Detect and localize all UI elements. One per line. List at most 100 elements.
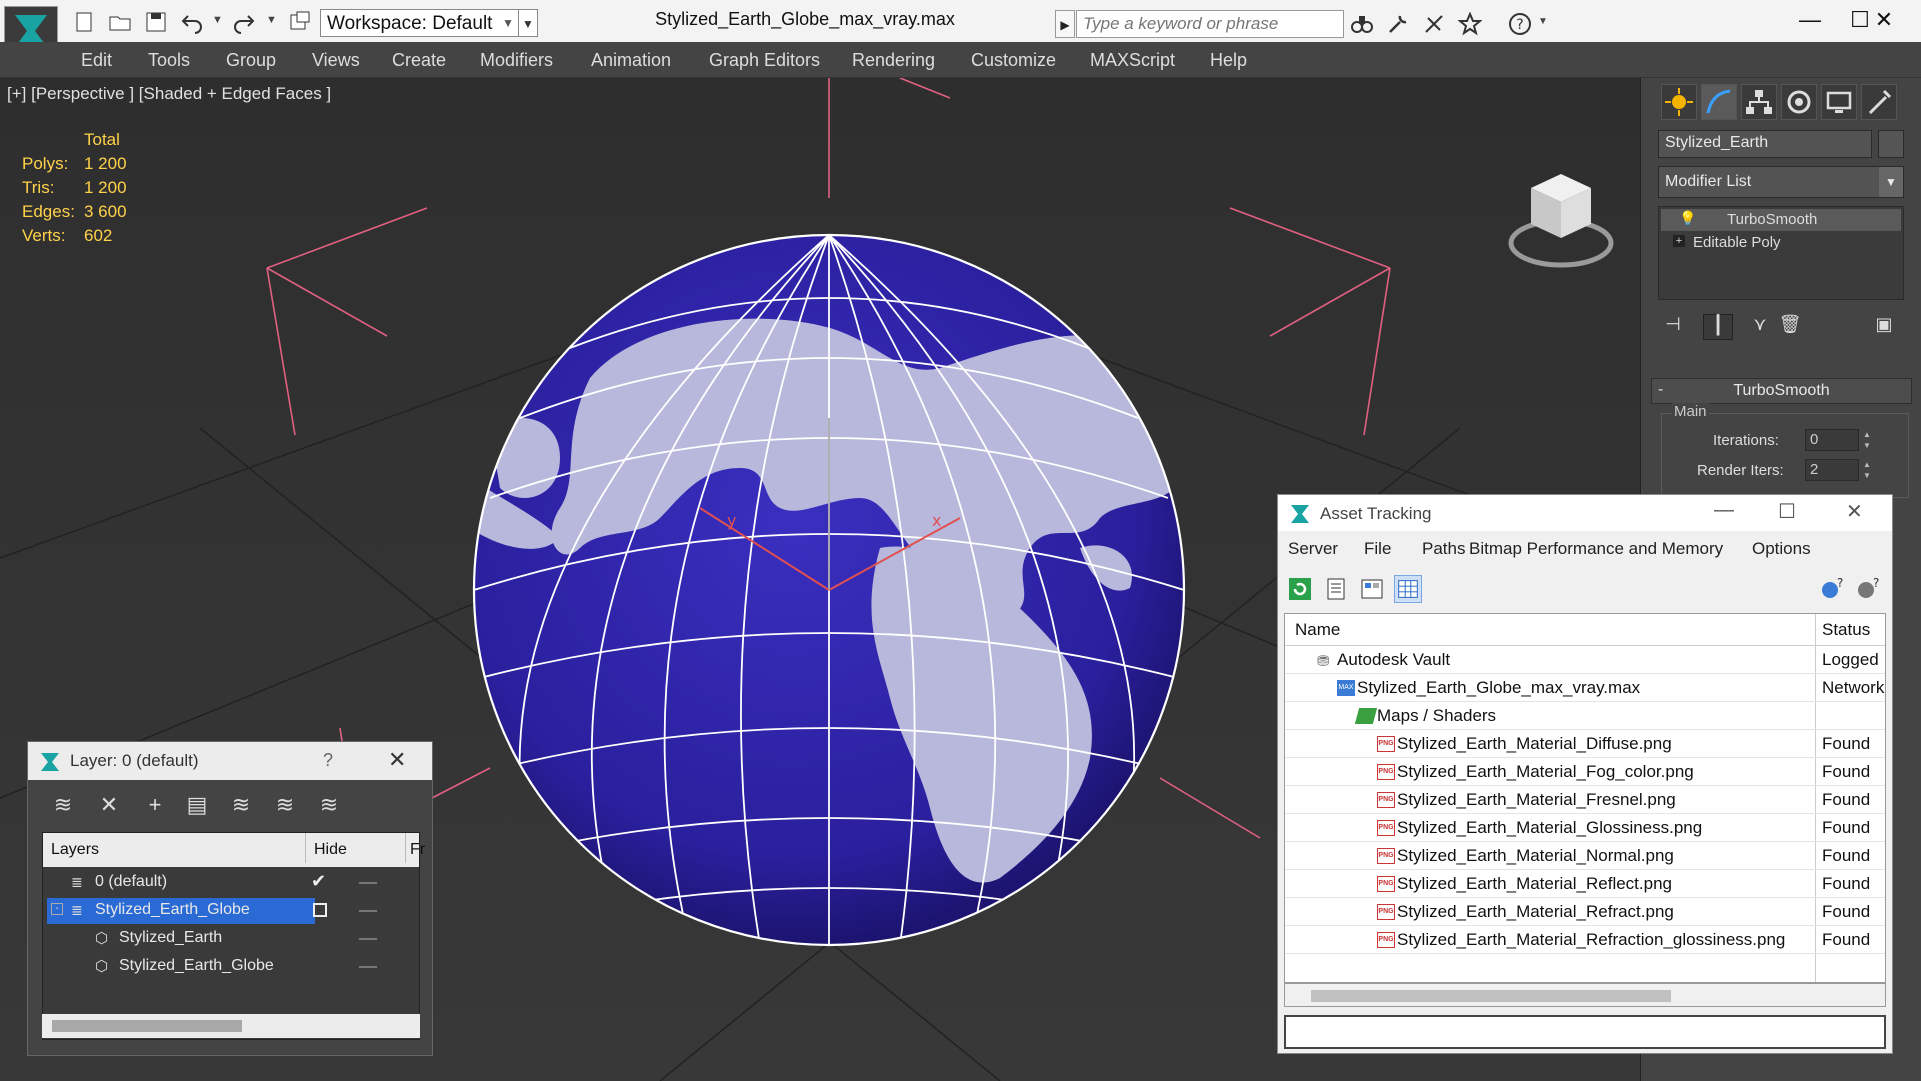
- refresh-icon[interactable]: [1286, 575, 1314, 603]
- col-name[interactable]: Name: [1295, 620, 1340, 640]
- help-dropdown-icon[interactable]: ▼: [1538, 16, 1548, 27]
- collapse-icon[interactable]: -: [51, 903, 63, 915]
- asset-path-field[interactable]: [1284, 1015, 1886, 1049]
- menu-customize[interactable]: Customize: [971, 50, 1056, 71]
- col-layers[interactable]: Layers: [51, 841, 99, 859]
- col-freeze[interactable]: Fr: [405, 833, 425, 863]
- hierarchy-tab-icon[interactable]: [1741, 84, 1777, 120]
- undo-dropdown-icon[interactable]: ▼: [212, 14, 223, 26]
- save-icon[interactable]: [144, 10, 168, 34]
- horizontal-scrollbar[interactable]: [1284, 983, 1886, 1007]
- iterations-field[interactable]: 0: [1805, 429, 1859, 451]
- redo-icon[interactable]: [232, 10, 256, 34]
- open-folder-icon[interactable]: [108, 10, 132, 34]
- menu-views[interactable]: Views: [312, 50, 360, 71]
- asset-row[interactable]: PNG Stylized_Earth_Material_Fog_color.pn…: [1285, 758, 1885, 786]
- layer-dialog-titlebar[interactable]: Layer: 0 (default) ? ✕: [28, 742, 432, 780]
- menu-bitmap-performance[interactable]: Bitmap Performance and Memory: [1469, 539, 1723, 559]
- asset-row[interactable]: PNG Stylized_Earth_Material_Reflect.png …: [1285, 870, 1885, 898]
- freeze-all-layers-icon[interactable]: ≋: [316, 792, 342, 818]
- thumbnail-view-icon[interactable]: [1358, 575, 1386, 603]
- help-icon[interactable]: ?: [1508, 12, 1532, 36]
- asset-row[interactable]: PNG Stylized_Earth_Material_Glossiness.p…: [1285, 814, 1885, 842]
- maximize-button[interactable]: ☐: [1778, 499, 1796, 524]
- active-layer-check-icon[interactable]: ✔: [311, 871, 326, 892]
- col-status[interactable]: Status: [1822, 620, 1870, 640]
- lightbulb-icon[interactable]: 💡: [1679, 210, 1696, 227]
- select-layer-icon[interactable]: ≋: [228, 792, 254, 818]
- redo-dropdown-icon[interactable]: ▼: [266, 14, 277, 26]
- asset-row[interactable]: ⛃ Autodesk Vault Logged: [1285, 646, 1885, 674]
- make-unique-icon[interactable]: ⋎: [1745, 314, 1775, 340]
- project-folder-icon[interactable]: [288, 10, 312, 34]
- stack-item-turbosmooth[interactable]: 💡 TurboSmooth: [1661, 209, 1901, 231]
- asset-row[interactable]: Maps / Shaders: [1285, 702, 1885, 730]
- menu-modifiers[interactable]: Modifiers: [480, 50, 553, 71]
- minimize-button[interactable]: —: [1714, 499, 1734, 522]
- render-iters-spinner[interactable]: ▲ ▼: [1863, 459, 1873, 481]
- delete-layer-icon[interactable]: ✕: [96, 792, 122, 818]
- set-active-layer-icon[interactable]: [313, 903, 327, 917]
- menu-maxscript[interactable]: MAXScript: [1090, 50, 1175, 71]
- menu-tools[interactable]: Tools: [148, 50, 190, 71]
- menu-animation[interactable]: Animation: [591, 50, 671, 71]
- layer-row-stylized-earth-globe[interactable]: - ≣ Stylized_Earth_Globe: [43, 897, 419, 925]
- turbosmooth-rollout-header[interactable]: - TurboSmooth: [1651, 378, 1912, 404]
- vault-help-icon[interactable]: ?: [1818, 575, 1846, 603]
- pin-stack-icon[interactable]: ⊣: [1658, 314, 1688, 340]
- motion-tab-icon[interactable]: [1781, 84, 1817, 120]
- search-input[interactable]: [1076, 10, 1344, 38]
- asset-row[interactable]: PNG Stylized_Earth_Material_Fresnel.png …: [1285, 786, 1885, 814]
- menu-graph-editors[interactable]: Graph Editors: [709, 50, 820, 71]
- utilities-tab-icon[interactable]: [1861, 84, 1897, 120]
- menu-help[interactable]: Help: [1210, 50, 1247, 71]
- tools-icon[interactable]: [1386, 12, 1410, 36]
- menu-rendering[interactable]: Rendering: [852, 50, 935, 71]
- iterations-spinner[interactable]: ▲ ▼: [1863, 429, 1873, 451]
- asset-row[interactable]: PNG Stylized_Earth_Material_Normal.png F…: [1285, 842, 1885, 870]
- new-file-icon[interactable]: [72, 10, 96, 34]
- workspace-selector[interactable]: Workspace: Default ▼: [320, 9, 520, 37]
- menu-options[interactable]: Options: [1752, 539, 1811, 559]
- viewport-label[interactable]: [+] [Perspective ] [Shaded + Edged Faces…: [7, 84, 331, 104]
- asset-dialog-titlebar[interactable]: Asset Tracking — ☐ ✕: [1278, 495, 1892, 531]
- asset-row[interactable]: PNG Stylized_Earth_Material_Diffuse.png …: [1285, 730, 1885, 758]
- display-tab-icon[interactable]: [1821, 84, 1857, 120]
- configure-modifier-sets-icon[interactable]: ▣: [1869, 314, 1899, 340]
- object-name-field[interactable]: Stylized_Earth: [1658, 130, 1872, 158]
- modifier-list-dropdown[interactable]: Modifier List ▼: [1658, 166, 1904, 198]
- hide-toggle[interactable]: [359, 910, 377, 912]
- menu-file[interactable]: File: [1364, 539, 1391, 559]
- binoculars-icon[interactable]: [1350, 12, 1374, 36]
- menu-server[interactable]: Server: [1288, 539, 1338, 559]
- hide-toggle[interactable]: [359, 966, 377, 968]
- undo-icon[interactable]: [180, 10, 204, 34]
- menu-edit[interactable]: Edit: [81, 50, 112, 71]
- close-button[interactable]: ✕: [1854, 4, 1914, 36]
- list-view-icon[interactable]: [1322, 575, 1350, 603]
- layer-row-default[interactable]: ≣ 0 (default) ✔: [43, 869, 419, 897]
- menu-group[interactable]: Group: [226, 50, 276, 71]
- close-button[interactable]: ✕: [388, 747, 406, 773]
- close-button[interactable]: ✕: [1846, 499, 1863, 524]
- communication-center-icon[interactable]: [1422, 12, 1446, 36]
- hide-all-layers-icon[interactable]: ≋: [272, 792, 298, 818]
- menu-create[interactable]: Create: [392, 50, 446, 71]
- favorites-star-icon[interactable]: [1458, 12, 1482, 36]
- stack-item-editable-poly[interactable]: + Editable Poly: [1661, 232, 1901, 254]
- asset-row[interactable]: MAX Stylized_Earth_Globe_max_vray.max Ne…: [1285, 674, 1885, 702]
- modify-tab-icon[interactable]: [1701, 84, 1737, 120]
- asset-row[interactable]: PNG Stylized_Earth_Material_Refract.png …: [1285, 898, 1885, 926]
- expand-icon[interactable]: +: [1673, 235, 1685, 247]
- search-expand-button[interactable]: ▶: [1055, 10, 1075, 38]
- horizontal-scrollbar[interactable]: [42, 1014, 420, 1038]
- remove-modifier-icon[interactable]: 🗑: [1775, 314, 1805, 340]
- object-color-swatch[interactable]: [1878, 130, 1904, 158]
- create-tab-icon[interactable]: [1661, 84, 1697, 120]
- help-icon[interactable]: ?: [1854, 575, 1882, 603]
- create-layer-icon[interactable]: ≋: [50, 792, 76, 818]
- layer-row-object[interactable]: ⬡ Stylized_Earth_Globe: [43, 953, 419, 981]
- hide-toggle[interactable]: [359, 938, 377, 940]
- scrollbar-thumb[interactable]: [1311, 990, 1671, 1002]
- menu-paths[interactable]: Paths: [1422, 539, 1465, 559]
